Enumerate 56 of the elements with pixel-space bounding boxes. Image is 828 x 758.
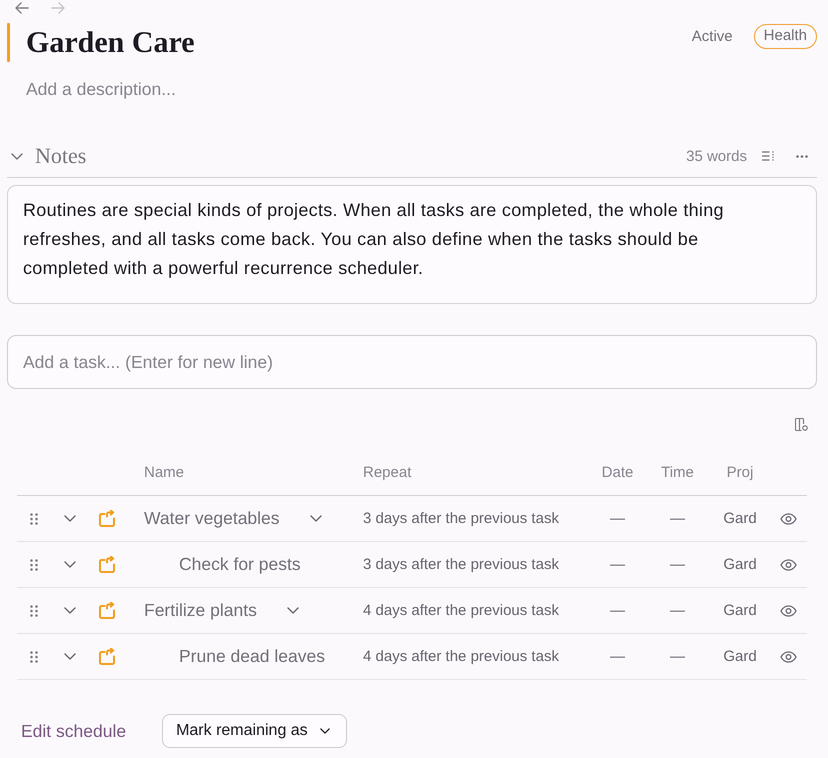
repeat-rule[interactable]: 4 days after the previous task [363, 648, 559, 665]
task-input-field[interactable]: Add a task... (Enter for new line) [7, 335, 817, 389]
notes-field[interactable]: Routines are special kinds of projects. When all tasks are completed, the whole thing refreshes, and all tasks come back. You can also define when the tasks should be completed with a powerful recurrence scheduler. [7, 185, 817, 304]
task-name[interactable]: Water vegetables [144, 508, 280, 529]
task-time[interactable]: — [670, 602, 685, 619]
repeat-rule[interactable]: 4 days after the previous task [363, 602, 559, 619]
description-field[interactable]: Add a description... [26, 77, 386, 101]
task-date[interactable]: — [610, 510, 625, 527]
repeat-icon [98, 602, 116, 620]
eye-icon[interactable] [780, 512, 797, 524]
drag-handle-icon[interactable] [30, 650, 38, 662]
expand-caret-icon[interactable] [286, 607, 299, 614]
repeat-rule[interactable]: 3 days after the previous task [363, 510, 559, 527]
column-header[interactable]: Repeat [363, 464, 412, 480]
caret-icon[interactable] [320, 728, 330, 734]
expand-caret-icon[interactable] [310, 515, 322, 522]
task-project[interactable]: Gard [723, 556, 757, 573]
column-header[interactable]: Time [661, 464, 694, 481]
accent-bar [7, 23, 10, 62]
word-count: 35 words [686, 148, 747, 164]
task-name[interactable]: Prune dead leaves [179, 646, 325, 667]
repeat-icon [98, 556, 116, 574]
mark-remaining-dropdown[interactable]: Mark remaining as [162, 714, 347, 748]
task-date[interactable]: — [610, 602, 625, 619]
notes-heading: Notes [35, 143, 86, 169]
more-icon[interactable] [796, 154, 808, 158]
column-settings-icon[interactable] [795, 418, 808, 431]
drag-handle-icon[interactable] [30, 558, 38, 570]
edit-schedule-link[interactable]: Edit schedule [21, 720, 126, 742]
eye-icon[interactable] [780, 558, 797, 570]
column-header[interactable]: Date [602, 464, 634, 481]
list-icon[interactable] [762, 151, 774, 161]
drag-handle-icon[interactable] [30, 604, 38, 616]
back-arrow-icon[interactable] [15, 2, 29, 14]
project-title: Garden Care [26, 25, 195, 61]
repeat-rule[interactable]: 3 days after the previous task [363, 556, 559, 573]
column-header[interactable]: Proj [726, 464, 754, 481]
task-time[interactable]: — [670, 510, 685, 527]
task-project[interactable]: Gard [723, 510, 757, 527]
task-time[interactable]: — [670, 556, 685, 573]
task-date[interactable]: — [610, 648, 625, 665]
collapse-caret-icon[interactable] [11, 152, 23, 160]
task-time[interactable]: — [670, 648, 685, 665]
column-header[interactable]: Name [144, 464, 184, 480]
status-label[interactable]: Active [692, 28, 733, 45]
tag-pill[interactable]: Health [754, 24, 817, 49]
task-project[interactable]: Gard [723, 648, 757, 665]
task-name[interactable]: Fertilize plants [144, 600, 257, 621]
drag-handle-icon[interactable] [30, 512, 38, 524]
task-name[interactable]: Check for pests [179, 554, 301, 575]
task-project[interactable]: Gard [723, 602, 757, 619]
task-date[interactable]: — [610, 556, 625, 573]
eye-icon[interactable] [780, 650, 797, 662]
repeat-icon [98, 510, 116, 528]
eye-icon[interactable] [780, 604, 797, 616]
repeat-icon [98, 648, 116, 666]
